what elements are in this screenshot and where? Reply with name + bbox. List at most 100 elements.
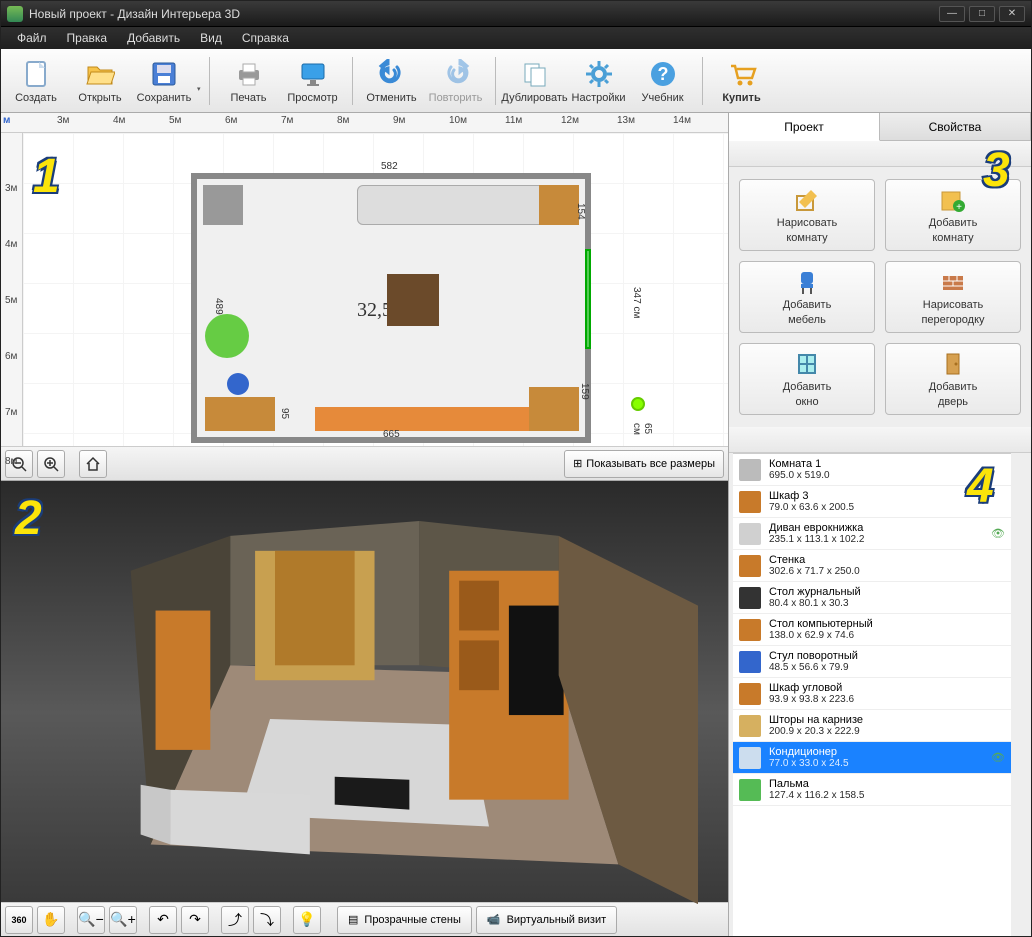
view3d-canvas[interactable]: 2 <box>1 481 728 902</box>
object-item[interactable]: Шкаф 379.0 x 63.6 x 200.5 <box>733 486 1011 518</box>
create-button[interactable]: Создать <box>5 52 67 110</box>
tab-properties[interactable]: Свойства <box>880 113 1031 140</box>
minimize-button[interactable]: — <box>939 6 965 22</box>
save-dropdown[interactable]: ▾ <box>197 69 201 93</box>
object-thumb-icon <box>739 619 761 641</box>
pan-button[interactable]: ✋ <box>37 906 65 934</box>
open-button[interactable]: Открыть <box>69 52 131 110</box>
zoom-in-button[interactable] <box>37 450 65 478</box>
settings-button[interactable]: Настройки <box>568 52 630 110</box>
object-thumb-icon <box>739 523 761 545</box>
rotate-360-button[interactable]: 360 <box>5 906 33 934</box>
rotate-left-button[interactable]: ↶ <box>149 906 177 934</box>
dim-right-inner: 154 <box>575 203 586 220</box>
room-outline[interactable]: 32,52 <box>191 173 591 443</box>
visibility-icon[interactable]: 👁 <box>991 527 1005 540</box>
object-item[interactable]: Стол журнальный80.4 x 80.1 x 30.3 <box>733 582 1011 614</box>
redo-button[interactable]: Повторить <box>425 52 487 110</box>
gear-icon <box>583 58 615 90</box>
object-list[interactable]: Комната 1695.0 x 519.0Шкаф 379.0 x 63.6 … <box>733 453 1011 936</box>
print-button[interactable]: Печать <box>218 52 280 110</box>
duplicate-button[interactable]: Дублировать <box>504 52 566 110</box>
menu-help[interactable]: Справка <box>232 28 299 48</box>
redo-icon <box>440 58 472 90</box>
selection-handle[interactable] <box>631 397 645 411</box>
separator <box>495 57 496 105</box>
object-item[interactable]: Шкаф угловой93.9 x 93.8 x 223.6 <box>733 678 1011 710</box>
furniture-sofa[interactable] <box>357 185 557 225</box>
furniture-desk[interactable] <box>205 397 275 431</box>
object-item[interactable]: Пальма127.4 x 116.2 x 158.5 <box>733 774 1011 806</box>
view-3d-area: 2 360 ✋ 🔍− 🔍+ ↶ ↷ ⤴ ⤵ 💡 <box>1 481 728 936</box>
furniture-chair[interactable] <box>227 373 249 395</box>
object-thumb-icon <box>739 779 761 801</box>
object-thumb-icon <box>739 555 761 577</box>
preview-button[interactable]: Просмотр <box>282 52 344 110</box>
menu-view[interactable]: Вид <box>190 28 232 48</box>
furniture-corner-wardrobe[interactable] <box>529 387 579 431</box>
action-wall[interactable]: Нарисоватьперегородку <box>885 261 1021 333</box>
dim-top: 582 <box>381 161 398 172</box>
menu-add[interactable]: Добавить <box>117 28 190 48</box>
object-item[interactable]: Стол компьютерный138.0 x 62.9 x 74.6 <box>733 614 1011 646</box>
menu-file[interactable]: Файл <box>7 28 57 48</box>
action-window[interactable]: Добавитьокно <box>739 343 875 415</box>
chair-icon <box>792 267 822 297</box>
selected-object[interactable] <box>585 249 591 349</box>
menu-edit[interactable]: Правка <box>57 28 118 48</box>
object-item[interactable]: Комната 1695.0 x 519.0 <box>733 454 1011 486</box>
tabs: Проект Свойства <box>729 113 1031 141</box>
section-header-objects <box>729 427 1031 453</box>
overlay-badge-1: 1 <box>33 149 79 195</box>
scrollbar[interactable] <box>1015 453 1031 936</box>
action-chair[interactable]: Добавитьмебель <box>739 261 875 333</box>
furniture-wardrobe[interactable] <box>539 185 579 225</box>
ruler-vertical: 3м 4м 5м 6м 7м 8м <box>1 133 23 446</box>
furniture-wall-unit[interactable] <box>315 407 535 431</box>
cart-icon <box>726 58 758 90</box>
furniture-coffee-table[interactable] <box>387 274 439 326</box>
svg-text:?: ? <box>657 64 668 84</box>
plan-canvas[interactable]: 32,52 582 <box>23 133 728 446</box>
undo-button[interactable]: Отменить <box>361 52 423 110</box>
close-button[interactable]: ✕ <box>999 6 1025 22</box>
action-door[interactable]: Добавитьдверь <box>885 343 1021 415</box>
wall-icon: ▤ <box>348 913 358 926</box>
object-thumb-icon <box>739 683 761 705</box>
object-item[interactable]: Стенка302.6 x 71.7 x 250.0 <box>733 550 1011 582</box>
maximize-button[interactable]: □ <box>969 6 995 22</box>
separator <box>209 57 210 105</box>
visibility-icon[interactable]: 👁 <box>991 751 1005 764</box>
action-pencil-room[interactable]: Нарисоватькомнату <box>739 179 875 251</box>
zoom-out-3d-button[interactable]: 🔍− <box>77 906 105 934</box>
transparent-walls-button[interactable]: ▤ Прозрачные стены <box>337 906 472 934</box>
dim-bottom: 665 <box>383 429 400 440</box>
tilt-down-button[interactable]: ⤵ <box>253 906 281 934</box>
tilt-up-button[interactable]: ⤴ <box>221 906 249 934</box>
object-thumb-icon <box>739 651 761 673</box>
object-item[interactable]: Диван еврокнижка235.1 x 113.1 x 102.2👁 <box>733 518 1011 550</box>
virtual-visit-button[interactable]: 📹 Виртуальный визит <box>476 906 617 934</box>
furniture-palm[interactable] <box>205 314 249 358</box>
view3d-toolbar: 360 ✋ 🔍− 🔍+ ↶ ↷ ⤴ ⤵ 💡 ▤ Про <box>1 902 728 936</box>
dim-lb-inner: 95 <box>279 408 290 419</box>
object-item[interactable]: Шторы на карнизе200.9 x 20.3 x 222.9 <box>733 710 1011 742</box>
tab-project[interactable]: Проект <box>729 113 880 141</box>
duplicate-icon <box>519 58 551 90</box>
zoom-in-3d-button[interactable]: 🔍+ <box>109 906 137 934</box>
buy-button[interactable]: Купить <box>711 52 773 110</box>
home-button[interactable] <box>79 450 107 478</box>
object-item[interactable]: Кондиционер77.0 x 33.0 x 24.5👁 <box>733 742 1011 774</box>
show-dimensions-button[interactable]: ⊞ Показывать все размеры <box>564 450 724 478</box>
furniture-wardrobe-corner[interactable] <box>203 185 243 225</box>
help-button[interactable]: ? Учебник <box>632 52 694 110</box>
window-title: Новый проект - Дизайн Интерьера 3D <box>29 7 939 21</box>
save-button[interactable]: Сохранить <box>133 52 195 110</box>
rotate-right-button[interactable]: ↷ <box>181 906 209 934</box>
help-icon: ? <box>647 58 679 90</box>
light-button[interactable]: 💡 <box>293 906 321 934</box>
dim-rb-out: 65 см <box>631 423 653 446</box>
object-item[interactable]: Стул поворотный48.5 x 56.6 x 79.9 <box>733 646 1011 678</box>
room-3d-render <box>61 516 698 904</box>
action-add-room[interactable]: +Добавитькомнату <box>885 179 1021 251</box>
